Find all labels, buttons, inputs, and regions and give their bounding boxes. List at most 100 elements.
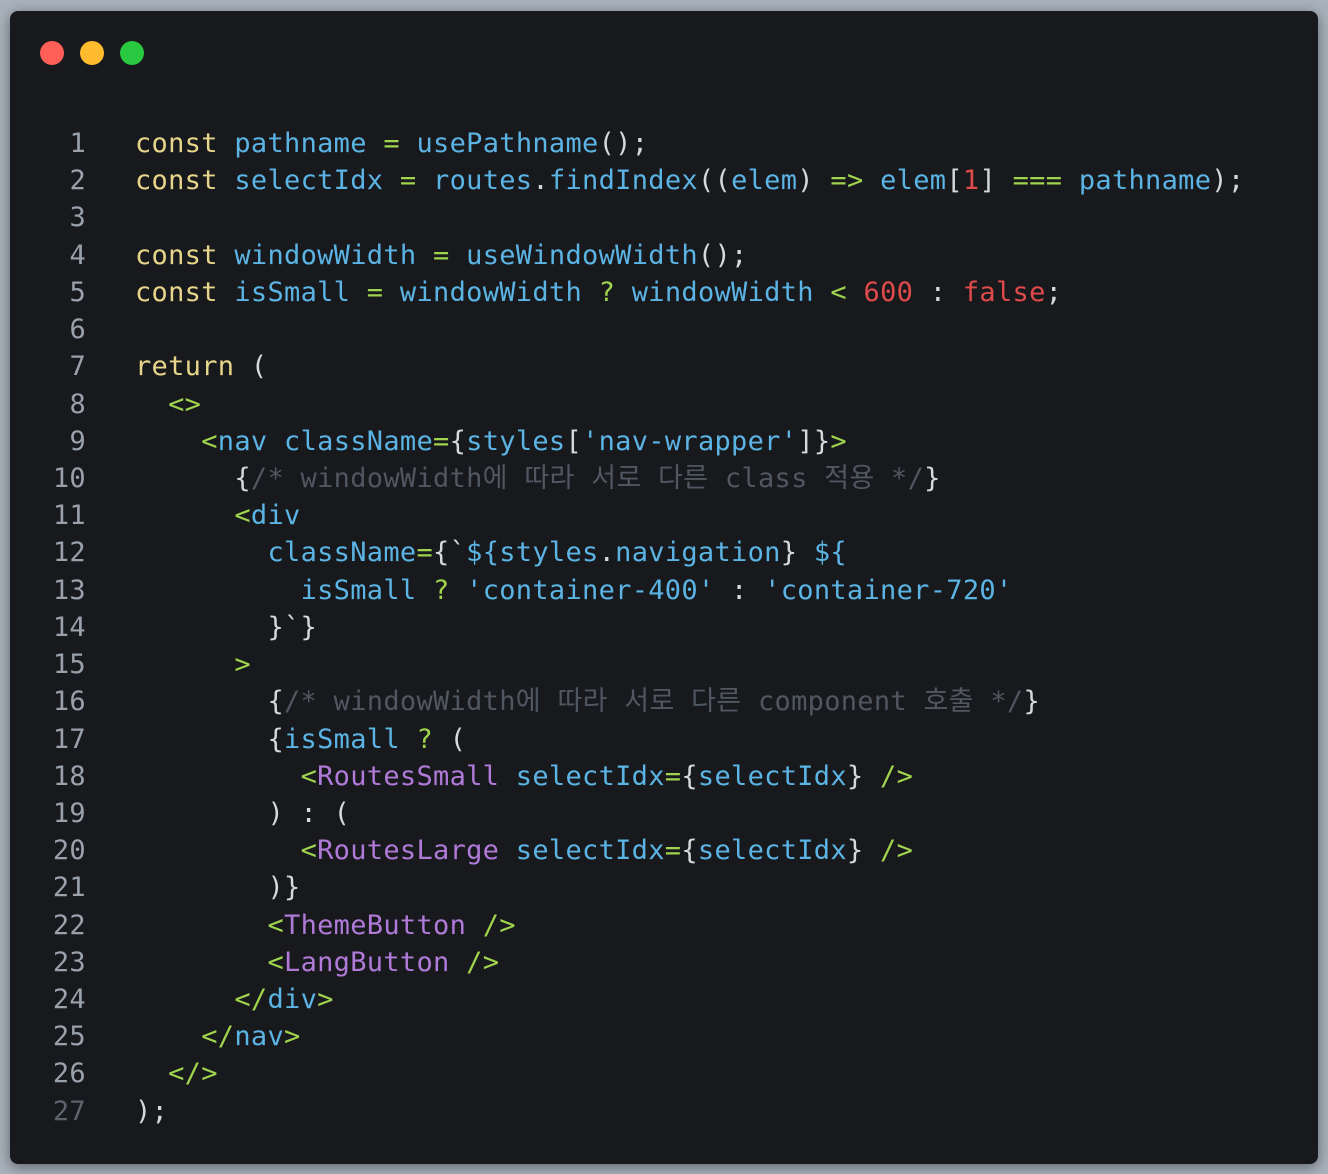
code-token: /> xyxy=(880,760,914,792)
code-block: 1 const pathname = usePathname(); 2 const s… xyxy=(10,125,1318,1130)
code-token: elem xyxy=(731,165,798,197)
code-token: 600 xyxy=(863,276,914,308)
code-token: < xyxy=(201,425,218,457)
line-number: 7 xyxy=(69,351,86,383)
code-token: const xyxy=(135,165,218,197)
code-text: const selectIdx = routes.findIndex((elem… xyxy=(135,162,1244,199)
code-token: } xyxy=(1023,686,1041,718)
line-number: 25 xyxy=(52,1021,86,1053)
code-token: elem xyxy=(880,165,947,197)
line-number: 10 xyxy=(52,462,86,494)
code-token: LangButton xyxy=(284,946,450,978)
code-token: selectIdx xyxy=(697,760,847,792)
line-number: 4 xyxy=(69,239,86,271)
code-token: isSmall xyxy=(234,276,351,308)
line-number: 27 xyxy=(52,1095,86,1127)
line-number: 23 xyxy=(52,946,86,978)
window-titlebar xyxy=(10,11,1318,91)
code-token: 'nav-wrapper' xyxy=(582,425,798,457)
code-token: { xyxy=(681,835,698,867)
code-token: div xyxy=(250,500,301,532)
code-token: const xyxy=(135,128,218,159)
line-number: 3 xyxy=(69,202,86,234)
code-line: 24 </div> xyxy=(10,981,1318,1018)
code-text: }`} xyxy=(135,609,317,646)
code-token: RoutesLarge xyxy=(317,835,500,867)
code-text: {/* windowWidth에 따라 서로 다른 component 호출 *… xyxy=(135,683,1040,720)
code-token: (); xyxy=(598,128,649,159)
line-number: 19 xyxy=(52,797,86,829)
code-line: 23 <LangButton /> xyxy=(10,944,1318,981)
code-token: { xyxy=(681,760,698,792)
code-token: className xyxy=(267,537,417,569)
code-line: 26 </> xyxy=(10,1055,1318,1092)
code-token: )} xyxy=(135,872,301,904)
code-token: { xyxy=(135,723,284,755)
code-text: <nav className={styles['nav-wrapper']}> xyxy=(135,423,847,460)
code-text: </div> xyxy=(135,981,334,1018)
code-token: useWindowWidth xyxy=(466,239,698,271)
code-line: 15 > xyxy=(10,646,1318,683)
code-token: ? xyxy=(433,574,450,606)
code-token: false xyxy=(962,276,1046,308)
code-text: </> xyxy=(135,1055,218,1092)
code-token: selectIdx xyxy=(697,835,847,867)
code-text: const pathname = usePathname(); xyxy=(135,125,648,162)
code-token: </ xyxy=(234,984,268,1016)
code-token: (( xyxy=(697,165,732,197)
code-line: 17 {isSmall ? ( xyxy=(10,721,1318,758)
line-number: 9 xyxy=(69,425,86,457)
code-token: } xyxy=(846,760,881,792)
code-token: selectIdx xyxy=(515,760,665,792)
close-dot-icon[interactable] xyxy=(40,41,64,65)
code-text: <RoutesSmall selectIdx={selectIdx} /> xyxy=(135,758,913,795)
minimize-dot-icon[interactable] xyxy=(80,41,104,65)
code-token: < xyxy=(830,276,847,308)
code-line: 16 {/* windowWidth에 따라 서로 다른 component 호… xyxy=(10,683,1318,720)
code-token: /> xyxy=(482,909,516,941)
code-token: < xyxy=(267,909,285,941)
code-text: return ( xyxy=(135,348,267,385)
code-token: > xyxy=(234,649,251,681)
line-number: 1 xyxy=(69,128,86,159)
code-token: return xyxy=(135,351,235,383)
code-text: {isSmall ? ( xyxy=(135,721,466,758)
line-number: 13 xyxy=(52,574,86,606)
code-token: windowWidth xyxy=(234,239,417,271)
code-token: = xyxy=(664,760,682,792)
code-token: { xyxy=(449,425,467,457)
maximize-dot-icon[interactable] xyxy=(120,41,144,65)
code-token: pathname xyxy=(1078,165,1212,197)
code-token: = xyxy=(433,239,450,271)
code-token: /* windowWidth에 따라 서로 다른 component 호출 */ xyxy=(284,686,1024,718)
code-line: 12 className={`${styles.navigation} ${ xyxy=(10,534,1318,571)
code-token: [ xyxy=(946,165,963,197)
code-token: { xyxy=(135,462,251,494)
line-number: 5 xyxy=(69,276,86,308)
code-token: } xyxy=(780,537,814,569)
code-token: = xyxy=(383,128,400,159)
code-token: isSmall xyxy=(300,574,417,606)
code-token: = xyxy=(416,537,434,569)
code-line: 18 <RoutesSmall selectIdx={selectIdx} /> xyxy=(10,758,1318,795)
